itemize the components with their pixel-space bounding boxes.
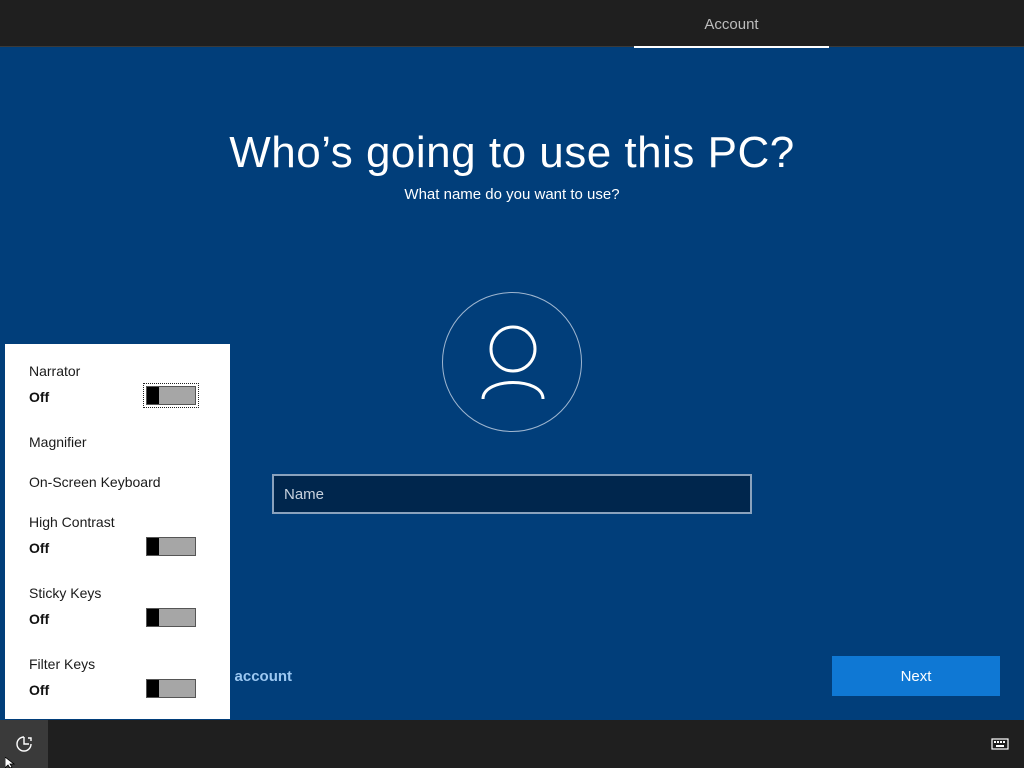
- name-input[interactable]: [274, 476, 750, 512]
- narrator-label: Narrator: [29, 363, 81, 379]
- high-contrast-state: Off: [29, 540, 50, 556]
- next-button[interactable]: Next: [832, 656, 1000, 696]
- high-contrast-label: High Contrast: [29, 514, 115, 530]
- ease-of-access-icon: [16, 736, 32, 752]
- high-contrast-toggle[interactable]: [146, 537, 196, 556]
- accessibility-panel: Narrator Off Magnifier On-Screen Keyboar…: [5, 344, 230, 719]
- user-icon: [481, 325, 545, 400]
- name-field[interactable]: [272, 474, 752, 514]
- toggle-knob: [147, 680, 159, 697]
- filter-keys-label: Filter Keys: [29, 656, 96, 672]
- user-avatar: [442, 292, 582, 432]
- filter-keys-state: Off: [29, 682, 50, 698]
- sticky-keys-toggle[interactable]: [146, 608, 196, 627]
- tab-account[interactable]: Account: [634, 0, 829, 48]
- page-subtitle: What name do you want to use?: [404, 186, 620, 203]
- narrator-state: Off: [29, 389, 50, 405]
- sticky-keys-state: Off: [29, 611, 50, 627]
- keyboard-icon: [991, 738, 1009, 750]
- on-screen-keyboard-label: On-Screen Keyboard: [29, 474, 161, 490]
- tab-account-label: Account: [704, 16, 759, 33]
- sticky-keys-label: Sticky Keys: [29, 585, 102, 601]
- filter-keys-toggle[interactable]: [146, 679, 196, 698]
- narrator-toggle[interactable]: [143, 383, 199, 408]
- toggle-knob: [147, 387, 159, 404]
- top-bar: Account: [0, 0, 1024, 48]
- magnifier-label: Magnifier: [29, 434, 87, 450]
- offline-account-link[interactable]: e account: [222, 668, 292, 685]
- bottom-bar: [0, 720, 1024, 768]
- toggle-knob: [147, 538, 159, 555]
- toggle-knob: [147, 609, 159, 626]
- page-title: Who’s going to use this PC?: [229, 128, 795, 177]
- on-screen-keyboard-button[interactable]: [984, 732, 1016, 756]
- mouse-cursor-icon: [5, 757, 15, 768]
